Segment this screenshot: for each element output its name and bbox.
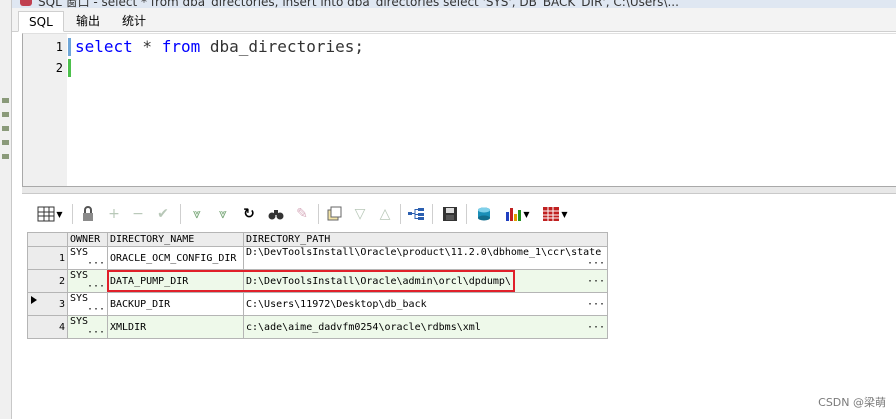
- annotation-highlight-box: [107, 270, 515, 292]
- lock-icon[interactable]: [78, 204, 98, 224]
- fetch-last-icon[interactable]: ⩔: [213, 204, 233, 224]
- line-number-gutter: 1 2: [23, 34, 67, 186]
- toolbar-separator: [180, 204, 181, 224]
- cell-owner-text: SYS: [70, 247, 89, 258]
- cell-expand-button[interactable]: ···: [587, 299, 605, 310]
- watermark: CSDN @梁萌: [818, 396, 886, 409]
- line-change-marker: [68, 38, 71, 56]
- clear-icon[interactable]: ✎: [292, 204, 312, 224]
- add-row-icon[interactable]: +: [104, 204, 124, 224]
- row-number[interactable]: 1: [27, 246, 68, 270]
- row-number-header: [27, 232, 68, 247]
- delete-row-icon[interactable]: −: [128, 204, 148, 224]
- table-icon[interactable]: ▼: [538, 204, 572, 224]
- cell-directory-path[interactable]: C:\Users\11972\Desktop\db_back ···: [243, 292, 608, 316]
- sql-text: dba_directories;: [200, 37, 364, 56]
- refresh-icon[interactable]: ↻: [239, 204, 259, 224]
- row-number-text: 3: [58, 298, 65, 310]
- cell-expand-button[interactable]: ···: [587, 276, 605, 287]
- single-record-icon[interactable]: [324, 204, 344, 224]
- cell-directory-name[interactable]: XMLDIR: [107, 315, 244, 339]
- result-grid-area: OWNER DIRECTORY_NAME DIRECTORY_PATH 1 SY…: [22, 230, 896, 419]
- line-number: 2: [55, 61, 63, 75]
- line-number: 1: [55, 40, 63, 54]
- query-by-example-icon[interactable]: [266, 204, 286, 224]
- sql-editor[interactable]: 1 2 select * from dba_directories;: [22, 33, 896, 186]
- row-number[interactable]: 3: [27, 292, 68, 316]
- column-header-owner[interactable]: OWNER: [67, 232, 108, 247]
- grid-view-icon[interactable]: ▼: [32, 204, 68, 224]
- tab-sql[interactable]: SQL: [18, 11, 64, 32]
- cell-owner-text: SYS: [70, 270, 89, 281]
- cell-expand-button[interactable]: ···: [87, 258, 105, 269]
- cell-expand-button[interactable]: ···: [87, 304, 105, 315]
- cell-expand-button[interactable]: ···: [587, 322, 605, 333]
- row-number[interactable]: 4: [27, 315, 68, 339]
- previous-icon[interactable]: △: [375, 204, 395, 224]
- result-toolbar: ▼ + − ✔ ⩔ ⩔ ↻ ✎ ▽ △ ▼ ▼: [22, 198, 896, 230]
- toolbar-separator: [318, 204, 319, 224]
- cell-owner[interactable]: SYS ···: [67, 292, 108, 316]
- cell-expand-button[interactable]: ···: [87, 327, 105, 338]
- cell-path-text: C:\Users\11972\Desktop\db_back: [246, 298, 427, 310]
- code-line[interactable]: select * from dba_directories;: [75, 37, 364, 56]
- tree-icon[interactable]: [406, 204, 426, 224]
- table-row[interactable]: 1 SYS ··· ORACLE_OCM_CONFIG_DIR D:\DevToo…: [27, 246, 608, 270]
- tab-bar: SQL 输出 统计: [12, 8, 896, 32]
- grid-header-row: OWNER DIRECTORY_NAME DIRECTORY_PATH: [27, 232, 608, 247]
- tab-statistics[interactable]: 统计: [112, 11, 156, 32]
- column-header-directory-path[interactable]: DIRECTORY_PATH: [243, 232, 608, 247]
- toolbar-separator: [72, 204, 73, 224]
- current-row-arrow-icon: [31, 296, 37, 304]
- cell-owner[interactable]: SYS ···: [67, 315, 108, 339]
- cell-owner-text: SYS: [70, 316, 89, 327]
- cell-expand-button[interactable]: ···: [87, 281, 105, 292]
- line-change-marker: [68, 59, 71, 77]
- edge-marker: [2, 154, 9, 159]
- cell-owner[interactable]: SYS ···: [67, 246, 108, 270]
- app-icon: [20, 0, 32, 6]
- table-row[interactable]: 4 SYS ··· XMLDIR c:\ade\aime_dadvfm0254\o…: [27, 315, 608, 339]
- cell-owner[interactable]: SYS ···: [67, 269, 108, 293]
- window-title: SQL 窗口 - select * from dba_directories, …: [38, 0, 679, 8]
- chart-icon[interactable]: ▼: [500, 204, 534, 224]
- cell-directory-name[interactable]: ORACLE_OCM_CONFIG_DIR: [107, 246, 244, 270]
- table-row-selected[interactable]: 3 SYS ··· BACKUP_DIR C:\Users\11972\Deskt…: [27, 292, 608, 316]
- edge-marker: [2, 98, 9, 103]
- toolbar-separator: [432, 204, 433, 224]
- next-icon[interactable]: ▽: [350, 204, 370, 224]
- column-header-directory-name[interactable]: DIRECTORY_NAME: [107, 232, 244, 247]
- save-icon[interactable]: [440, 204, 460, 224]
- row-number[interactable]: 2: [27, 269, 68, 293]
- left-window-edge: [0, 0, 12, 419]
- sql-keyword: from: [161, 37, 201, 56]
- toolbar-separator: [400, 204, 401, 224]
- edge-marker: [2, 126, 9, 131]
- cell-owner-text: SYS: [70, 293, 89, 304]
- cell-expand-button[interactable]: ···: [587, 258, 605, 269]
- fetch-next-icon[interactable]: ⩔: [187, 204, 207, 224]
- cell-directory-path[interactable]: c:\ade\aime_dadvfm0254\oracle\rdbms\xml ·…: [243, 315, 608, 339]
- cell-directory-name[interactable]: BACKUP_DIR: [107, 292, 244, 316]
- cell-directory-path[interactable]: D:\DevToolsInstall\Oracle\product\11.2.0…: [243, 246, 608, 270]
- cell-path-text: c:\ade\aime_dadvfm0254\oracle\rdbms\xml: [246, 321, 481, 333]
- export-icon[interactable]: [474, 204, 494, 224]
- edge-marker: [2, 112, 9, 117]
- post-icon[interactable]: ✔: [153, 204, 173, 224]
- edge-marker: [2, 140, 9, 145]
- pane-splitter[interactable]: [22, 186, 896, 194]
- window-titlebar[interactable]: SQL 窗口 - select * from dba_directories, …: [12, 0, 896, 8]
- sql-keyword: select: [75, 37, 133, 56]
- toolbar-separator: [466, 204, 467, 224]
- cell-path-text: D:\DevToolsInstall\Oracle\product\11.2.0…: [246, 247, 602, 258]
- sql-text: *: [132, 37, 162, 56]
- tab-output[interactable]: 输出: [66, 11, 110, 32]
